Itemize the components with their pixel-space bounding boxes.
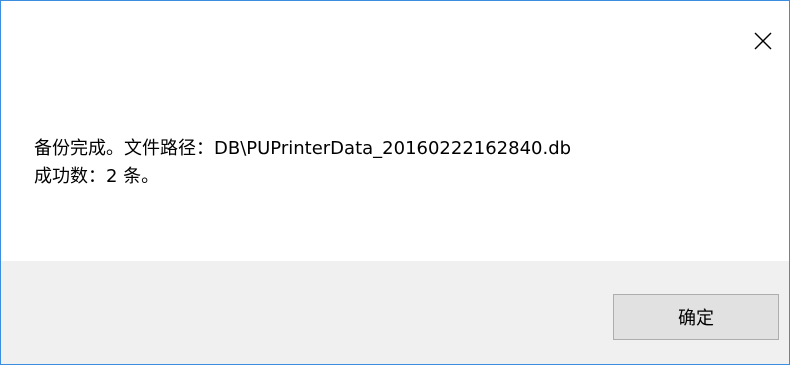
- message-dialog: 备份完成。文件路径：DB\PUPrinterData_2016022216284…: [0, 0, 790, 365]
- title-bar: [1, 1, 789, 81]
- message-text-line-2: 成功数：2 条。: [34, 166, 160, 187]
- message-text-line-1: 备份完成。文件路径：DB\PUPrinterData_2016022216284…: [34, 138, 572, 159]
- message-content: 备份完成。文件路径：DB\PUPrinterData_2016022216284…: [34, 135, 764, 245]
- ok-button[interactable]: 确定: [613, 294, 779, 340]
- close-icon: [754, 32, 772, 50]
- button-footer: 确定: [1, 261, 789, 364]
- close-button[interactable]: [737, 1, 789, 81]
